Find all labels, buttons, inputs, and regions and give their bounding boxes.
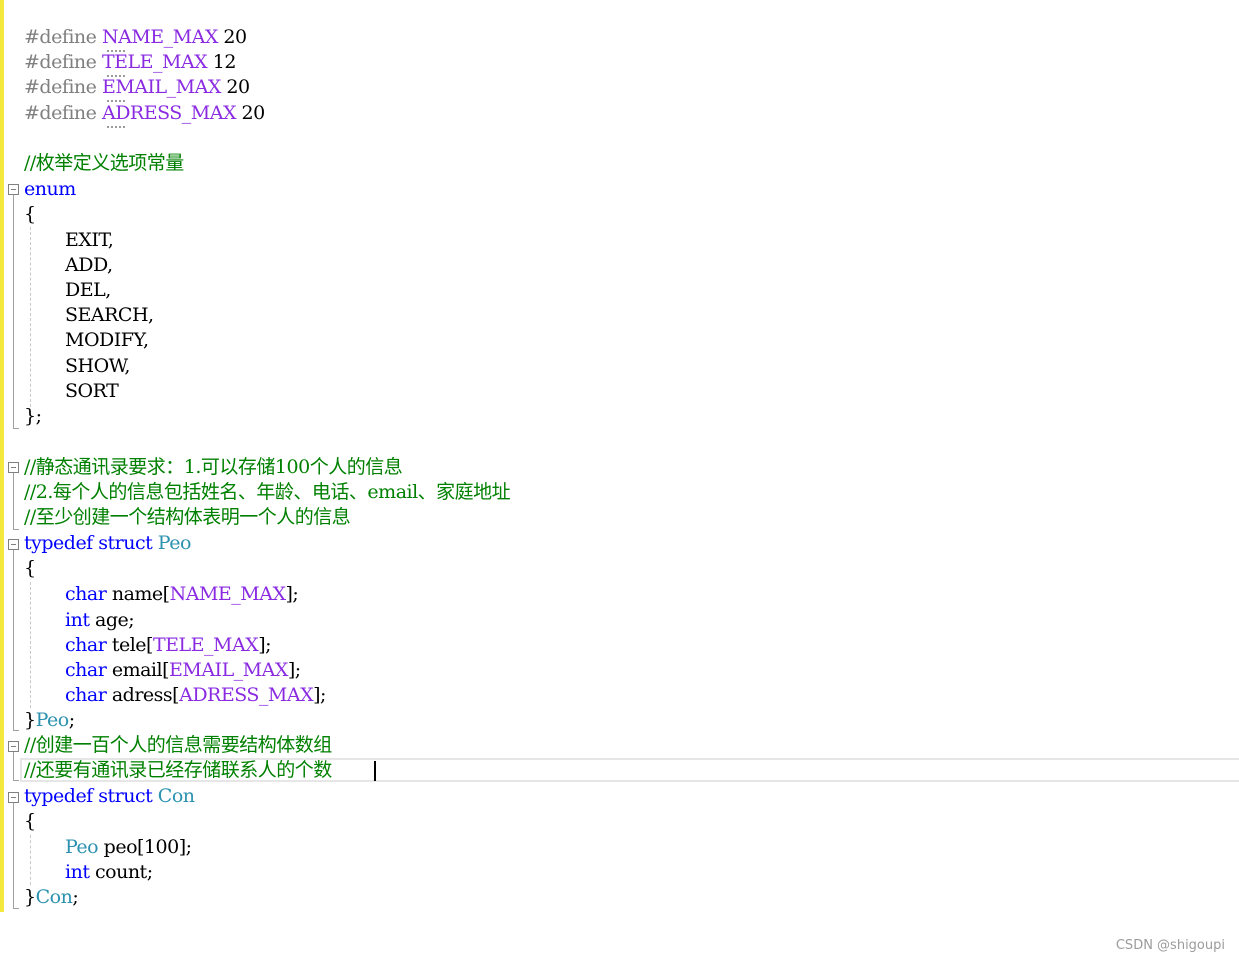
enum-member[interactable]: SEARCH, [65,303,154,328]
close-brace-line[interactable]: }; [24,404,42,429]
fold-toggle-icon[interactable] [8,741,19,752]
enum-member[interactable]: SHOW, [65,354,130,379]
fold-region-end [13,730,19,731]
open-brace-line[interactable]: { [24,202,36,227]
fold-region-end [13,908,19,909]
indent-guide [30,835,31,885]
open-brace-line[interactable]: { [24,809,36,834]
comment-line[interactable]: //2.每个人的信息包括姓名、年龄、电话、email、家庭地址 [24,480,511,505]
fold-region-line [13,195,14,428]
indent-guide [30,227,31,407]
fold-region-line [13,550,14,730]
enum-member[interactable]: EXIT, [65,228,114,253]
struct-peo-close[interactable]: }Peo; [24,708,75,733]
struct-field[interactable]: Peo peo[100]; [65,835,192,860]
enum-member[interactable]: MODIFY, [65,328,149,353]
comment-line[interactable]: //静态通讯录要求：1.可以存储100个人的信息 [24,455,403,480]
comment-line[interactable]: //至少创建一个结构体表明一个人的信息 [24,505,351,530]
fold-region-end [13,529,19,530]
indent-guide [30,582,31,708]
intellisense-hint-squiggle [107,72,125,77]
define-line[interactable]: #define EMAIL_MAX 20 [24,75,250,100]
fold-toggle-icon[interactable] [8,462,19,473]
fold-region-line [13,473,14,529]
struct-con-close[interactable]: }Con; [24,885,79,910]
struct-con-header[interactable]: typedef struct Con [24,784,195,809]
open-brace-line[interactable]: { [24,556,36,581]
fold-region-end [13,780,19,781]
struct-field[interactable]: char email[EMAIL_MAX]; [65,658,301,683]
struct-field[interactable]: int count; [65,860,153,885]
struct-field[interactable]: char tele[TELE_MAX]; [65,633,272,658]
struct-field[interactable]: int age; [65,608,135,633]
change-tracking-bar [0,0,4,912]
comment-line[interactable]: //枚举定义选项常量 [24,151,184,176]
struct-field[interactable]: char name[NAME_MAX]; [65,582,299,607]
enum-member[interactable]: SORT [65,379,119,404]
enum-member[interactable]: DEL, [65,278,111,303]
enum-keyword-line[interactable]: enum [24,177,76,202]
intellisense-hint-squiggle [107,123,125,128]
intellisense-hint-squiggle [107,47,125,52]
watermark: CSDN @shigoupi [1115,938,1225,953]
define-line[interactable]: #define TELE_MAX 12 [24,50,236,75]
fold-region-end [13,428,19,429]
text-cursor [374,761,376,781]
define-line[interactable]: #define NAME_MAX 20 [24,25,247,50]
define-line[interactable]: #define ADRESS_MAX 20 [24,101,265,126]
comment-line[interactable]: //还要有通讯录已经存储联系人的个数 [24,758,332,783]
fold-region-line [13,803,14,908]
fold-toggle-icon[interactable] [8,184,19,195]
comment-line[interactable]: //创建一百个人的信息需要结构体数组 [24,733,332,758]
enum-member[interactable]: ADD, [65,253,113,278]
code-editor[interactable]: #define NAME_MAX 20 #define TELE_MAX 12 … [0,0,1239,963]
fold-toggle-icon[interactable] [8,792,19,803]
struct-peo-header[interactable]: typedef struct Peo [24,531,191,556]
struct-field[interactable]: char adress[ADRESS_MAX]; [65,683,326,708]
intellisense-hint-squiggle [107,97,125,102]
fold-toggle-icon[interactable] [8,539,19,550]
fold-region-line [13,752,14,780]
